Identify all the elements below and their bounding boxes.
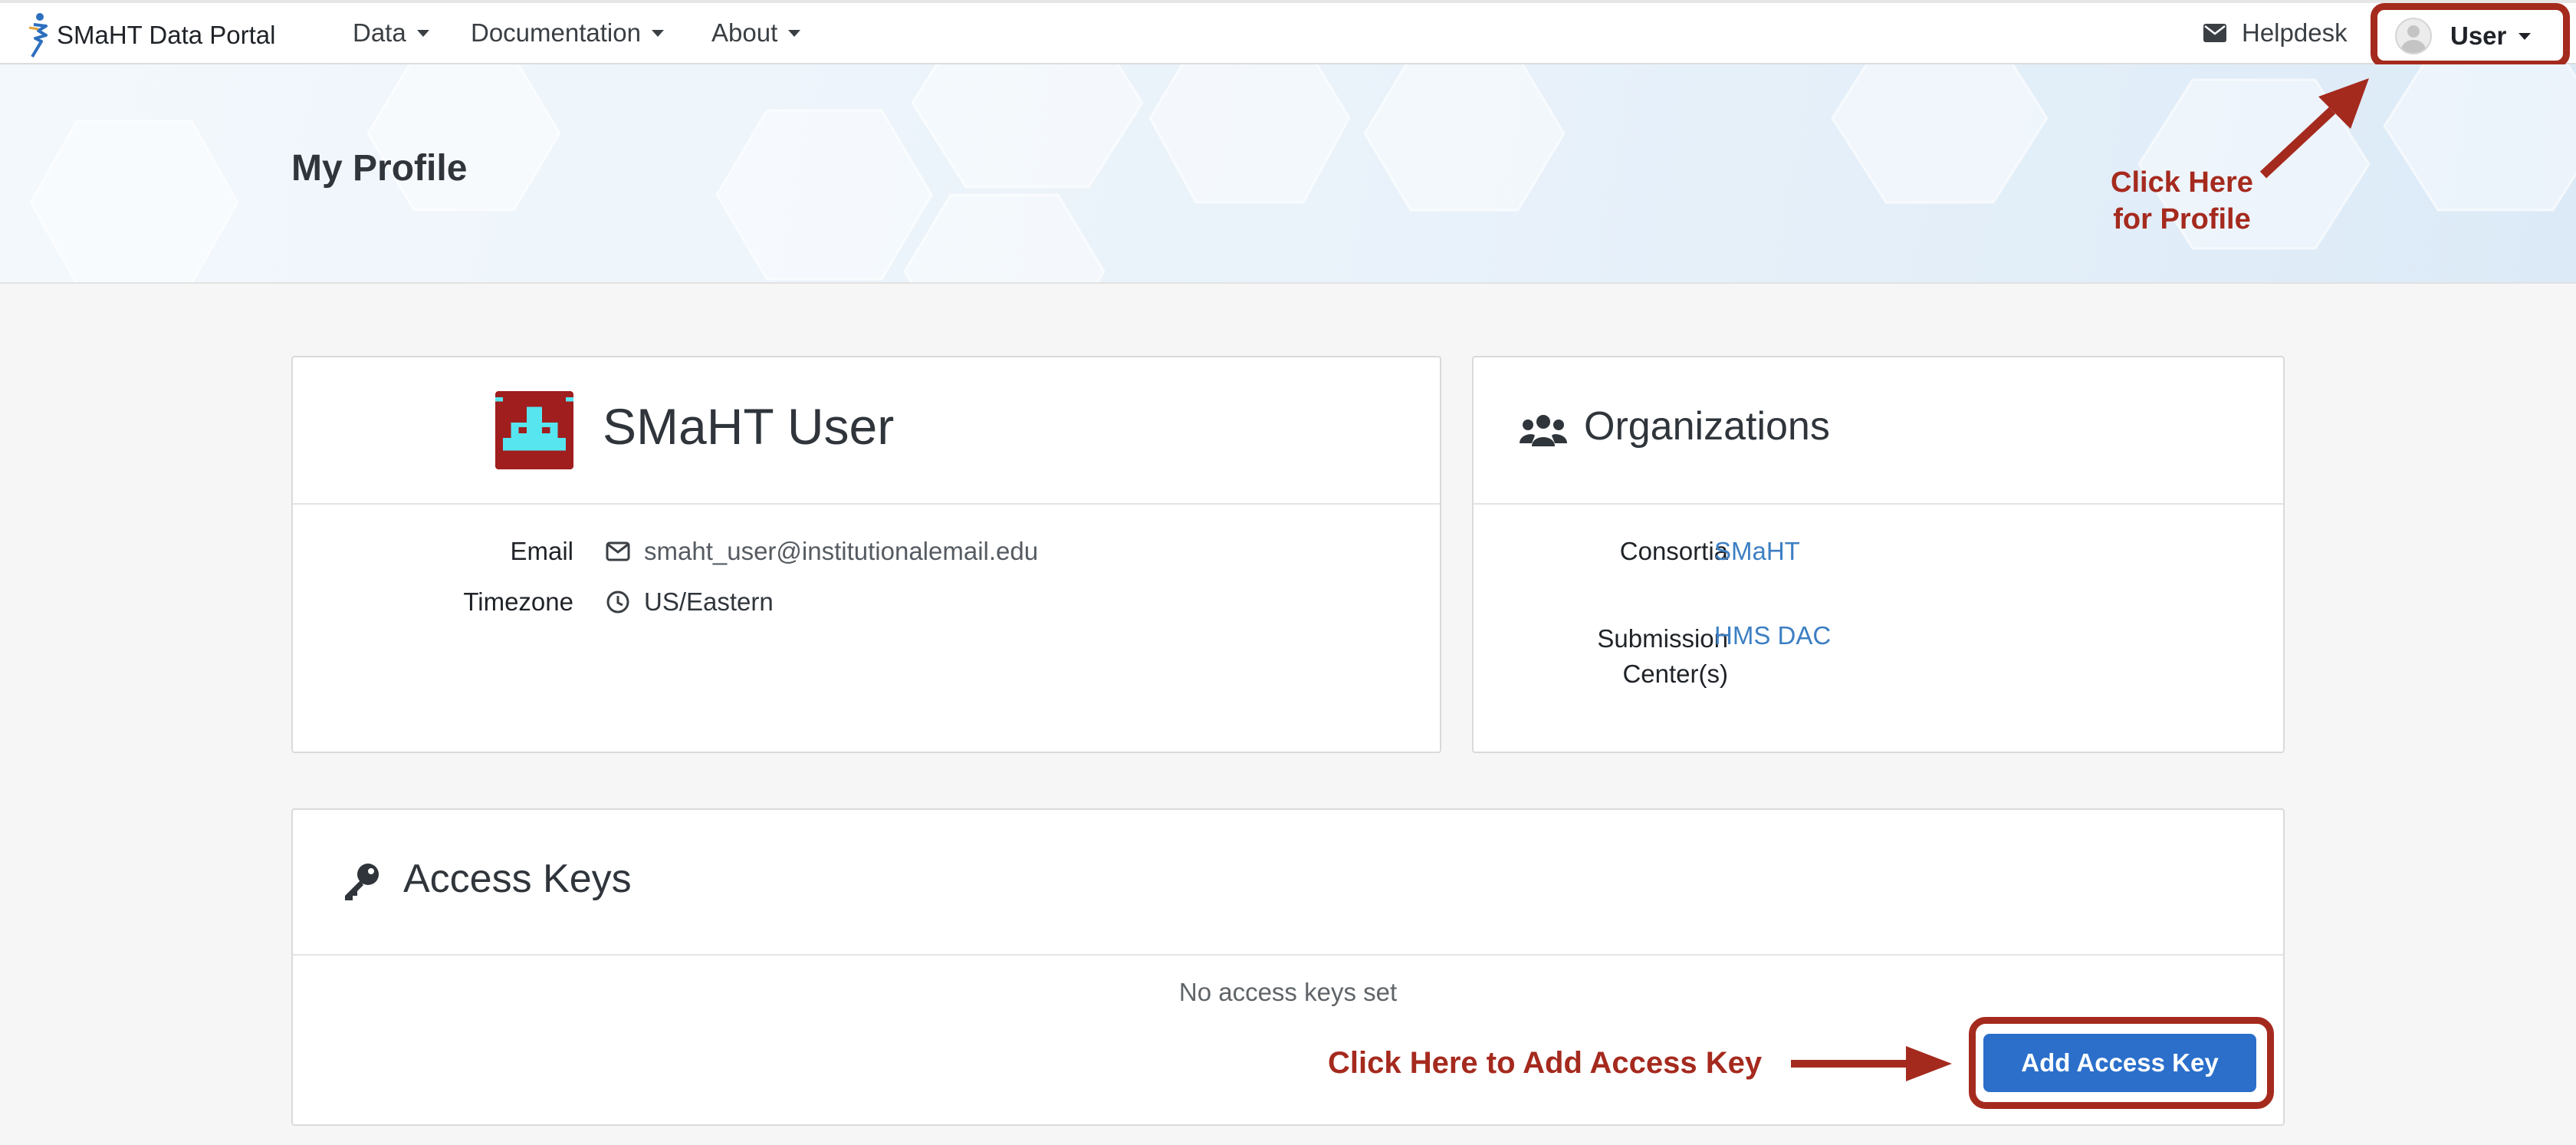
profile-name: SMaHT User bbox=[603, 398, 895, 455]
add-access-key-button[interactable]: Add Access Key bbox=[1983, 1034, 2256, 1092]
clock-icon bbox=[606, 591, 629, 614]
nav-menu-documentation[interactable]: Documentation bbox=[471, 18, 664, 48]
label-line: Submission bbox=[1597, 624, 1728, 653]
consortia-link[interactable]: SMaHT bbox=[1714, 537, 1800, 566]
top-navbar: SMaHT Data Portal Data Documentation Abo… bbox=[0, 0, 2576, 64]
consortia-label: Consortia bbox=[1619, 537, 1728, 565]
annotation-line: Click Here bbox=[2111, 166, 2253, 199]
caret-down-icon bbox=[416, 29, 429, 37]
envelope-icon bbox=[2203, 24, 2226, 42]
organizations-card: Organizations Consortia SMaHT Submission… bbox=[1472, 356, 2285, 753]
email-value: smaht_user@institutionalemail.edu bbox=[644, 537, 1039, 565]
organizations-title: Organizations bbox=[1584, 404, 1830, 449]
submission-center-link[interactable]: HMS DAC bbox=[1714, 621, 1831, 650]
card-divider bbox=[293, 503, 1440, 505]
caret-down-icon bbox=[651, 29, 664, 37]
brand-name: SMaHT Data Portal bbox=[57, 21, 276, 49]
timezone-label: Timezone bbox=[463, 587, 573, 616]
users-group-icon bbox=[1520, 415, 1567, 446]
annotation-line: for Profile bbox=[2113, 203, 2251, 235]
label-line: Center(s) bbox=[1622, 660, 1728, 688]
annotation-highlight-user bbox=[2371, 3, 2570, 67]
nav-menu-label: Documentation bbox=[471, 18, 641, 47]
key-icon bbox=[345, 864, 379, 900]
access-keys-title: Access Keys bbox=[403, 857, 632, 901]
nav-menu-label: About bbox=[711, 18, 778, 47]
arrow-icon bbox=[1791, 1046, 1952, 1081]
submission-centers-label: Submission Center(s) bbox=[1520, 621, 1728, 692]
email-value-row: smaht_user@institutionalemail.edu bbox=[606, 537, 1038, 566]
helpdesk-label: Helpdesk bbox=[2242, 18, 2348, 47]
annotation-add-key-text: Click Here to Add Access Key bbox=[1328, 1046, 1763, 1080]
nav-menu-about[interactable]: About bbox=[711, 18, 801, 48]
nav-menu-data[interactable]: Data bbox=[353, 18, 429, 48]
nav-menu-label: Data bbox=[353, 18, 406, 47]
timezone-value: US/Eastern bbox=[644, 587, 774, 616]
arrow-icon bbox=[2259, 78, 2369, 179]
identicon-avatar bbox=[495, 391, 573, 469]
profile-card: SMaHT User Email smaht_user@institutiona… bbox=[291, 356, 1441, 753]
card-divider bbox=[1474, 503, 2283, 505]
empty-keys-message: No access keys set bbox=[1178, 978, 1398, 1006]
card-divider bbox=[293, 954, 2283, 956]
annotation-profile-text: Click Here for Profile bbox=[2084, 164, 2280, 238]
brand-link[interactable]: SMaHT Data Portal bbox=[23, 12, 276, 58]
envelope-outline-icon bbox=[606, 541, 630, 561]
helpdesk-link[interactable]: Helpdesk bbox=[2203, 18, 2348, 48]
timezone-value-row: US/Eastern bbox=[606, 587, 774, 617]
email-label: Email bbox=[510, 537, 573, 565]
page-title: My Profile bbox=[291, 148, 468, 189]
caret-down-icon bbox=[788, 29, 801, 37]
brand-logo-icon bbox=[28, 13, 48, 58]
